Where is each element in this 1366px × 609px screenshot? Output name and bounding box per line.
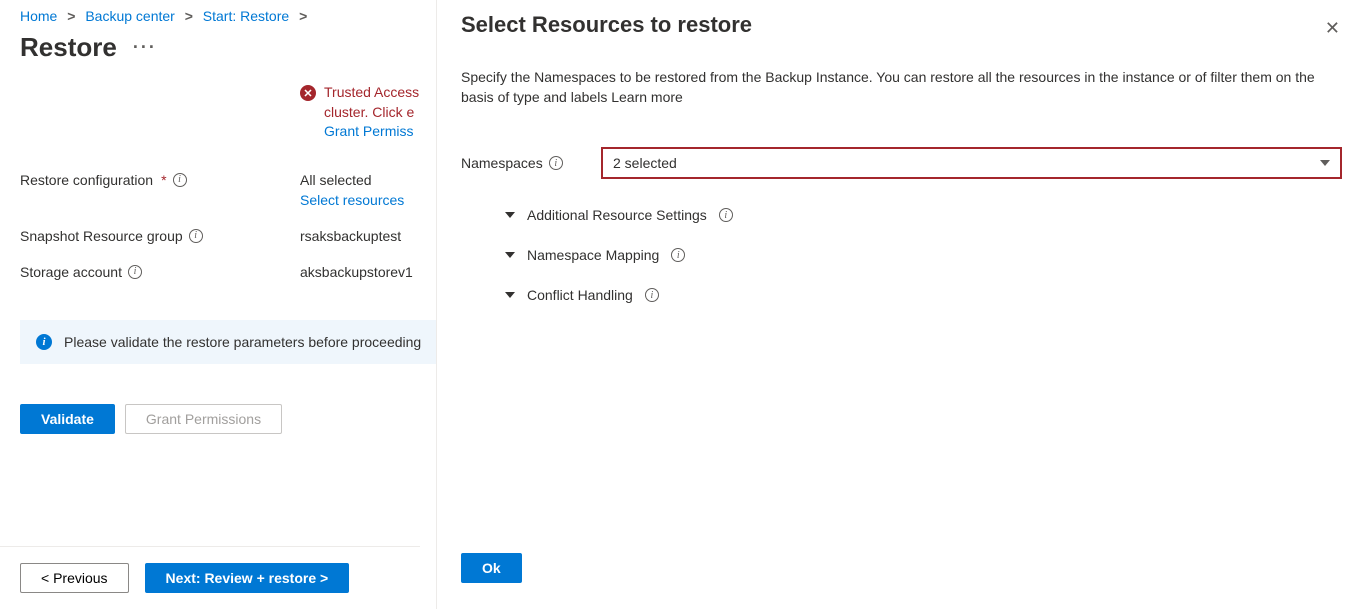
required-icon: * <box>161 172 166 188</box>
breadcrumb-sep-icon: > <box>67 8 75 24</box>
breadcrumb-start-restore[interactable]: Start: Restore <box>203 8 289 24</box>
error-line1: Trusted Access <box>324 84 419 100</box>
namespace-mapping-section[interactable]: Namespace Mapping i <box>505 247 1342 263</box>
breadcrumb-backup-center[interactable]: Backup center <box>85 8 175 24</box>
snapshot-rg-label: Snapshot Resource group <box>20 228 183 244</box>
namespaces-dropdown-value: 2 selected <box>613 155 677 171</box>
namespaces-dropdown[interactable]: 2 selected <box>601 147 1342 179</box>
info-icon[interactable]: i <box>549 156 563 170</box>
previous-button[interactable]: < Previous <box>20 563 129 593</box>
close-icon[interactable]: ✕ <box>1321 14 1344 43</box>
chevron-down-icon <box>1320 160 1330 166</box>
storage-account-label: Storage account <box>20 264 122 280</box>
chevron-down-icon <box>505 292 515 298</box>
breadcrumb-home[interactable]: Home <box>20 8 57 24</box>
page-title-text: Restore <box>20 32 117 63</box>
info-icon[interactable]: i <box>671 248 685 262</box>
error-icon: ✕ <box>300 85 316 101</box>
grant-permissions-button[interactable]: Grant Permissions <box>125 404 282 434</box>
namespace-mapping-label: Namespace Mapping <box>527 247 659 263</box>
breadcrumb-sep-icon: > <box>185 8 193 24</box>
conflict-handling-section[interactable]: Conflict Handling i <box>505 287 1342 303</box>
next-button[interactable]: Next: Review + restore > <box>145 563 350 593</box>
select-resources-panel: ✕ Select Resources to restore Specify th… <box>436 0 1366 609</box>
additional-settings-section[interactable]: Additional Resource Settings i <box>505 207 1342 223</box>
breadcrumb-sep-icon: > <box>299 8 307 24</box>
info-icon[interactable]: i <box>719 208 733 222</box>
restore-config-label: Restore configuration <box>20 172 153 188</box>
info-icon[interactable]: i <box>189 229 203 243</box>
chevron-down-icon <box>505 212 515 218</box>
validate-button[interactable]: Validate <box>20 404 115 434</box>
info-icon: i <box>36 334 52 350</box>
info-icon[interactable]: i <box>128 265 142 279</box>
error-grant-link[interactable]: Grant Permiss <box>324 123 413 139</box>
error-line2: cluster. Click e <box>324 104 414 120</box>
panel-title: Select Resources to restore <box>461 8 1342 68</box>
info-icon[interactable]: i <box>645 288 659 302</box>
namespaces-label: Namespaces <box>461 155 543 171</box>
chevron-down-icon <box>505 252 515 258</box>
more-actions-icon[interactable]: ··· <box>133 37 157 58</box>
info-icon[interactable]: i <box>173 173 187 187</box>
ok-button[interactable]: Ok <box>461 553 522 583</box>
panel-description: Specify the Namespaces to be restored fr… <box>461 68 1321 107</box>
info-bar-text: Please validate the restore parameters b… <box>64 334 421 350</box>
additional-settings-label: Additional Resource Settings <box>527 207 707 223</box>
conflict-handling-label: Conflict Handling <box>527 287 633 303</box>
